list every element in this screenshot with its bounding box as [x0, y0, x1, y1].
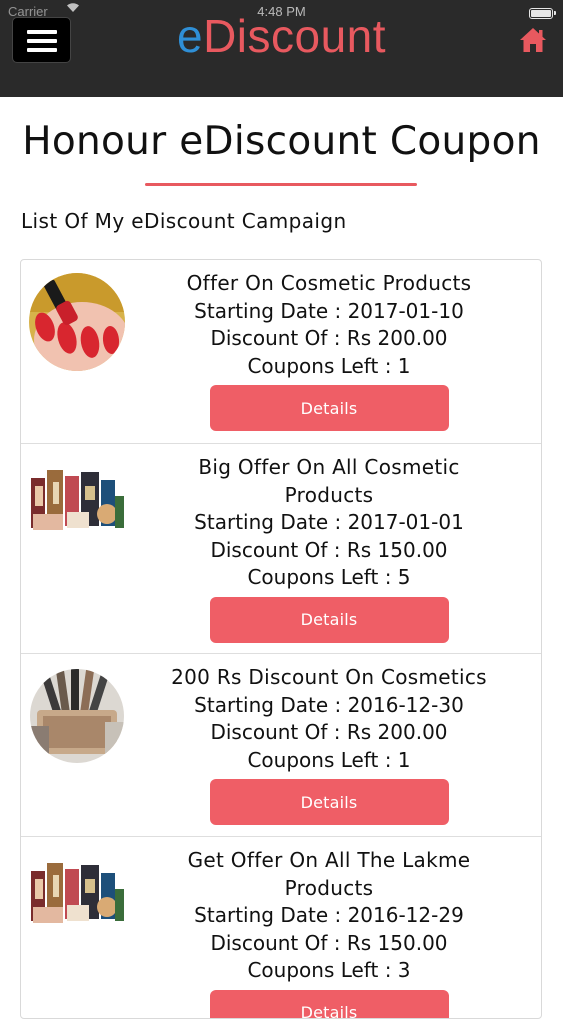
campaign-start-date: Starting Date : 2017-01-10 — [155, 298, 503, 326]
cosmetic-products-image — [27, 456, 127, 556]
page-title: Honour eDiscount Coupon — [0, 118, 563, 166]
campaign-info: 200 Rs Discount On Cosmetics Starting Da… — [155, 664, 503, 825]
details-button[interactable]: Details — [210, 597, 449, 643]
campaign-list: Offer On Cosmetic Products Starting Date… — [20, 259, 542, 1019]
campaign-discount: Discount Of : Rs 200.00 — [155, 325, 503, 353]
campaign-name: 200 Rs Discount On Cosmetics — [155, 664, 503, 692]
logo-text: Discount — [203, 10, 386, 62]
details-button[interactable]: Details — [210, 990, 449, 1019]
campaign-name: Offer On Cosmetic Products — [155, 270, 503, 298]
app-header: Carrier 4:48 PM eDiscount — [0, 0, 563, 97]
campaign-item[interactable]: 200 Rs Discount On Cosmetics Starting Da… — [21, 654, 541, 837]
campaign-start-date: Starting Date : 2017-01-01 — [155, 509, 503, 537]
campaign-discount: Discount Of : Rs 150.00 — [155, 537, 503, 565]
home-icon[interactable] — [519, 27, 547, 53]
red-nail-polish-image — [27, 272, 127, 372]
section-label: List Of My eDiscount Campaign — [21, 207, 347, 235]
campaign-start-date: Starting Date : 2016-12-30 — [155, 692, 503, 720]
campaign-item[interactable]: Big Offer On All Cosmetic Products Start… — [21, 444, 541, 654]
campaign-coupons-left: Coupons Left : 1 — [155, 747, 503, 775]
cosmetic-products-image — [27, 849, 127, 949]
campaign-info: Offer On Cosmetic Products Starting Date… — [155, 270, 503, 431]
campaign-name: Get Offer On All The Lakme Products — [155, 847, 503, 902]
logo-e: e — [177, 10, 203, 62]
campaign-discount: Discount Of : Rs 200.00 — [155, 719, 503, 747]
campaign-item[interactable]: Offer On Cosmetic Products Starting Date… — [21, 260, 541, 444]
details-button[interactable]: Details — [210, 779, 449, 825]
campaign-info: Get Offer On All The Lakme Products Star… — [155, 847, 503, 1019]
campaign-start-date: Starting Date : 2016-12-29 — [155, 902, 503, 930]
app-logo: eDiscount — [0, 8, 563, 64]
campaign-coupons-left: Coupons Left : 5 — [155, 564, 503, 592]
campaign-info: Big Offer On All Cosmetic Products Start… — [155, 454, 503, 643]
makeup-brushes-image — [27, 666, 127, 766]
campaign-item[interactable]: Get Offer On All The Lakme Products Star… — [21, 837, 541, 1019]
title-divider — [145, 183, 417, 186]
campaign-coupons-left: Coupons Left : 1 — [155, 353, 503, 381]
campaign-coupons-left: Coupons Left : 3 — [155, 957, 503, 985]
details-button[interactable]: Details — [210, 385, 449, 431]
campaign-name: Big Offer On All Cosmetic Products — [155, 454, 503, 509]
campaign-discount: Discount Of : Rs 150.00 — [155, 930, 503, 958]
